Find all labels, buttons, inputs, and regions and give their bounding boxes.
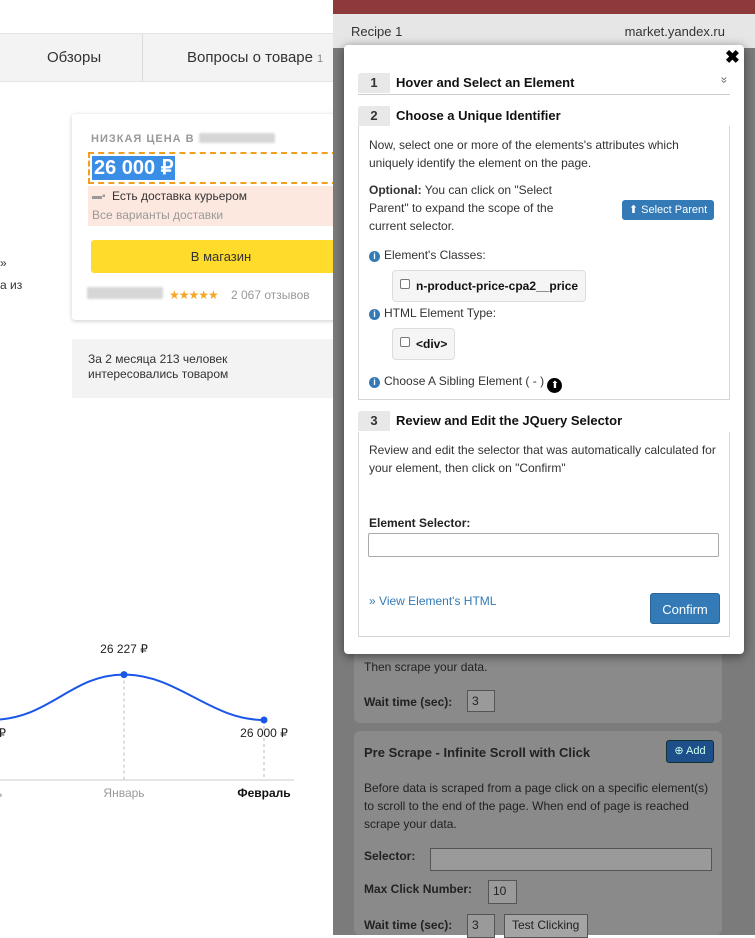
- step-2-header: 2 Choose a Unique Identifier: [358, 106, 730, 128]
- step-2-number: 2: [358, 106, 390, 126]
- infinite-scroll-card: Pre Scrape - Infinite Scroll with Click …: [354, 731, 722, 938]
- low-price-label: НИЗКАЯ ЦЕНА В: [91, 133, 275, 145]
- chart-point[interactable]: [120, 671, 128, 679]
- edge-text-1: »: [0, 256, 7, 270]
- delivery-options-link[interactable]: Все варианты доставки: [92, 208, 223, 222]
- interest-text: За 2 месяца 213 человек интересовались т…: [88, 352, 229, 381]
- edge-text-2: а из: [0, 278, 23, 292]
- step-1-header[interactable]: 1 Hover and Select an Element »: [358, 73, 732, 95]
- chart-data-label: 26 227 ₽: [100, 642, 148, 656]
- step-3-intro: Review and edit the selector that was au…: [369, 443, 716, 475]
- reviews-link[interactable]: 2 067 отзывов: [231, 288, 310, 302]
- chart-data-label: 26 000 ₽: [240, 726, 288, 740]
- class-chip[interactable]: n-product-price-cpa2__price: [392, 270, 587, 302]
- recipe-bar: Recipe 1 market.yandex.ru: [333, 14, 755, 48]
- price-highlight[interactable]: 26 000 ₽: [88, 152, 348, 184]
- tab-questions-label: Вопросы о товаре: [187, 49, 313, 66]
- wait-time-label: Wait time (sec):: [364, 695, 453, 709]
- optional-note: Optional: You can click on "Select Paren…: [369, 183, 554, 233]
- step-1-number: 1: [358, 73, 390, 93]
- step-3-title: Review and Edit the JQuery Selector: [396, 413, 623, 428]
- tab-questions-count: 1: [316, 53, 324, 65]
- close-icon[interactable]: ✖: [725, 47, 740, 68]
- selector-label: Selector:: [364, 849, 416, 863]
- interest-banner: За 2 месяца 213 человек интересовались т…: [72, 339, 342, 398]
- select-parent-button[interactable]: ⬆ Select Parent: [622, 200, 714, 220]
- tab-questions[interactable]: Вопросы о товаре 1: [187, 34, 323, 81]
- view-html-link[interactable]: » View Element's HTML: [369, 594, 496, 608]
- classes-label: i Element's Classes:: [369, 246, 486, 264]
- confirm-button[interactable]: Confirm: [650, 593, 720, 624]
- chevron-down-icon: »: [369, 594, 376, 608]
- chart-data-label: ₽: [0, 726, 6, 740]
- add-button[interactable]: ⊕ Add: [666, 740, 714, 763]
- type-chip-label: <div>: [416, 337, 448, 351]
- step-2-body: Now, select one or more of the elements'…: [358, 126, 730, 400]
- step-2-title: Choose a Unique Identifier: [396, 108, 561, 123]
- max-click-label: Max Click Number:: [364, 882, 473, 896]
- blurred-shop-name: [198, 133, 275, 143]
- arrow-up-circle-icon: ⬆: [628, 204, 639, 216]
- chart-x-tick-label: Февраль: [237, 786, 290, 800]
- rating-stars: ★★★★★: [169, 288, 219, 302]
- identifier-modal: ✖ 1 Hover and Select an Element » 2 Choo…: [344, 45, 744, 654]
- truck-icon: ▬▪: [92, 191, 106, 202]
- info-icon: i: [369, 377, 380, 388]
- infinite-scroll-title: Pre Scrape - Infinite Scroll with Click: [364, 745, 591, 760]
- chart-x-tick-label: Январь: [103, 786, 144, 800]
- price-chart: ₽26 227 ₽ 26 000 ₽ ь Январь Февраль: [0, 642, 294, 800]
- type-checkbox[interactable]: [400, 337, 410, 347]
- step-2-intro: Now, select one or more of the elements'…: [369, 138, 679, 170]
- prescrape-card: Then scrape your data. Wait time (sec): …: [354, 650, 722, 723]
- collapse-chevron-icon[interactable]: »: [718, 77, 732, 84]
- chart-point[interactable]: [260, 716, 268, 724]
- tab-reviews-label: Обзоры: [47, 49, 102, 66]
- infinite-scroll-desc: Before data is scraped from a page click…: [364, 781, 709, 831]
- delivery-info: ▬▪ Есть доставка курьером Все варианты д…: [88, 186, 348, 226]
- element-selector-input[interactable]: [368, 533, 719, 557]
- wait-time-input-2[interactable]: 3: [467, 914, 495, 938]
- class-checkbox[interactable]: [400, 279, 410, 289]
- delivery-text: Есть доставка курьером: [112, 189, 248, 203]
- wait-time-label-2: Wait time (sec):: [364, 918, 453, 932]
- add-button-label: Add: [686, 745, 706, 757]
- info-icon: i: [369, 309, 380, 320]
- class-chip-label: n-product-price-cpa2__price: [416, 279, 579, 293]
- price[interactable]: 26 000 ₽: [92, 156, 176, 180]
- step-1-title: Hover and Select an Element: [396, 75, 575, 90]
- view-html-label: View Element's HTML: [379, 594, 497, 608]
- tab-divider: [142, 34, 143, 81]
- blurred-shop-logo: [87, 287, 163, 299]
- prescrape-card-text: Then scrape your data.: [364, 660, 488, 674]
- select-parent-label: Select Parent: [641, 204, 708, 216]
- wait-time-input[interactable]: 3: [467, 690, 495, 712]
- step-3-number: 3: [358, 411, 390, 431]
- sibling-label: i Choose A Sibling Element ( - ) ⬆: [369, 372, 563, 393]
- tab-reviews[interactable]: Обзоры: [47, 34, 101, 81]
- price-series-line: [0, 673, 265, 721]
- step-3-header: 3 Review and Edit the JQuery Selector: [358, 411, 730, 433]
- plus-circle-icon: ⊕: [674, 745, 684, 757]
- product-tabs: Обзоры Вопросы о товаре 1: [0, 33, 335, 82]
- recipe-header-bar: [333, 0, 755, 14]
- type-chip[interactable]: <div>: [392, 328, 456, 360]
- recipe-host: market.yandex.ru: [624, 24, 725, 39]
- type-label: i HTML Element Type:: [369, 304, 496, 322]
- arrow-up-circle-icon[interactable]: ⬆: [547, 378, 563, 393]
- max-click-input[interactable]: 10: [488, 880, 517, 904]
- selector-input[interactable]: [430, 848, 712, 871]
- chart-x-tick-label: ь: [0, 786, 2, 800]
- selector-label: Element Selector:: [369, 516, 471, 530]
- test-clicking-button[interactable]: Test Clicking: [504, 914, 588, 938]
- recipe-name: Recipe 1: [351, 24, 403, 39]
- offer-card: НИЗКАЯ ЦЕНА В 26 000 ₽ ▬▪ Есть доставка …: [72, 114, 351, 320]
- info-icon: i: [369, 251, 380, 262]
- shop-button[interactable]: В магазин: [91, 240, 351, 273]
